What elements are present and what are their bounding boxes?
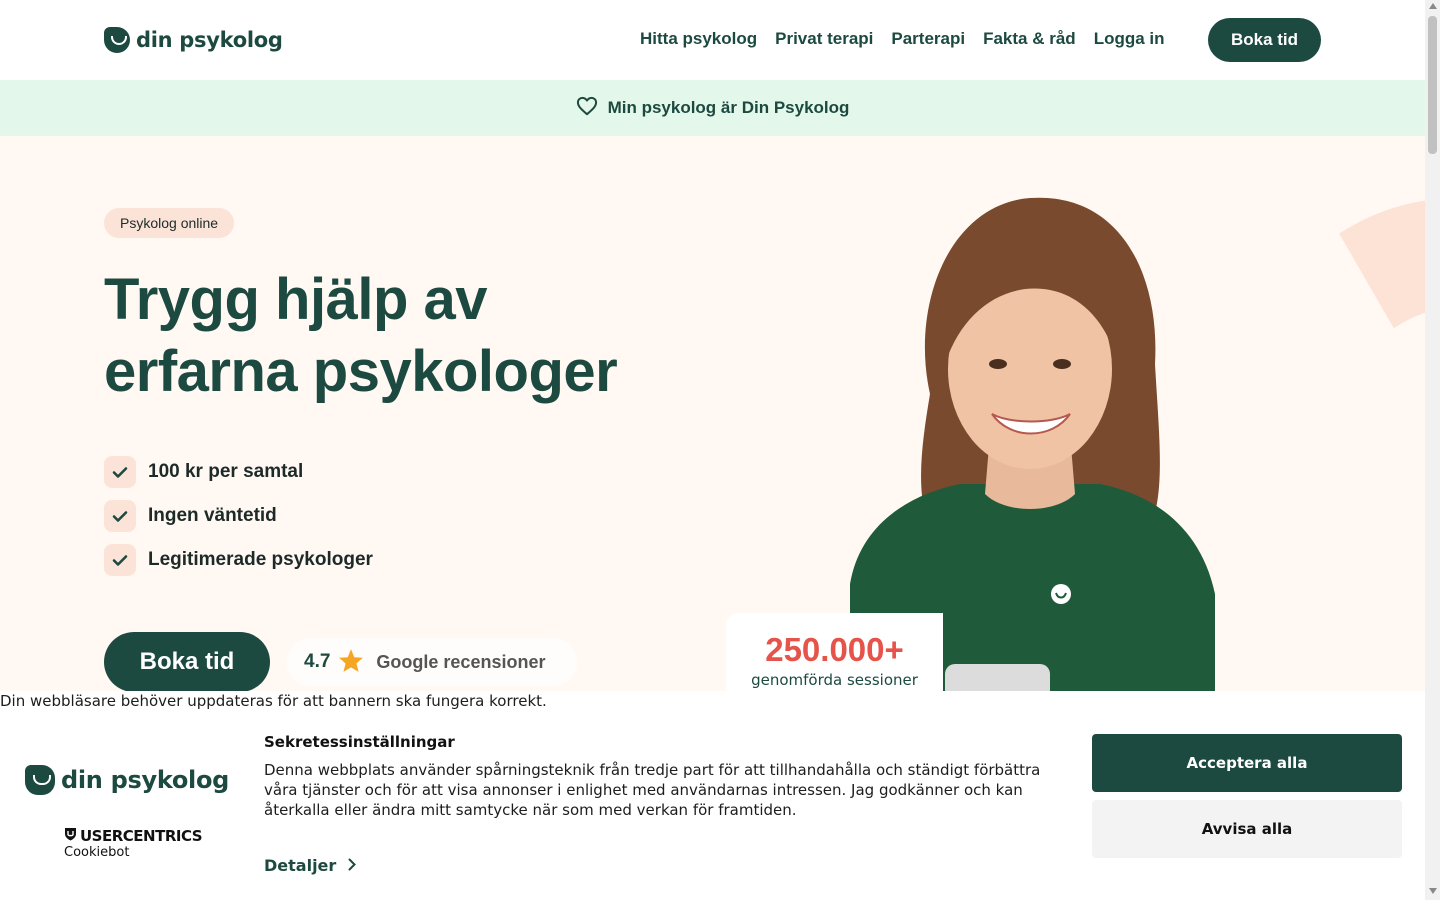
feature-list: 100 kr per samtal Ingen väntetid Legitim…	[104, 456, 373, 588]
cookie-details-link[interactable]: Detaljer	[264, 856, 357, 875]
check-icon	[104, 456, 136, 488]
feature-text: Ingen väntetid	[148, 505, 277, 526]
heart-icon	[576, 96, 598, 120]
feature-item: 100 kr per samtal	[104, 456, 373, 488]
banner-text: Min psykolog är Din Psykolog	[607, 98, 850, 117]
page-scrollbar[interactable]	[1425, 0, 1440, 900]
feature-text: 100 kr per samtal	[148, 461, 304, 482]
hero-badge: Psykolog online	[104, 208, 235, 238]
nav-item-logga-in[interactable]: Logga in	[1094, 29, 1165, 49]
promo-banner[interactable]: Min psykolog är Din Psykolog	[0, 80, 1425, 136]
star-icon	[338, 648, 364, 677]
cookie-body: Denna webbplats använder spårningsteknik…	[264, 761, 1041, 819]
header-book-button[interactable]: Boka tid	[1208, 18, 1321, 62]
main-nav: Hitta psykolog Privat terapi Parterapi F…	[640, 29, 1165, 49]
feature-item: Legitimerade psykologer	[104, 544, 373, 576]
rating-label: Google recensioner	[376, 651, 546, 672]
reject-all-button[interactable]: Avvisa alla	[1092, 800, 1402, 858]
scroll-thumb[interactable]	[1428, 16, 1437, 154]
details-label: Detaljer	[264, 856, 337, 875]
provider-name: USERCENTRICS	[80, 827, 203, 845]
check-icon	[104, 500, 136, 532]
accept-all-button[interactable]: Acceptera alla	[1092, 734, 1402, 792]
hero-headline: Trygg hjälp av erfarna psykologer	[104, 267, 618, 404]
nav-item-fakta-rad[interactable]: Fakta & råd	[983, 29, 1076, 49]
sessions-count: 250.000+	[765, 631, 904, 668]
feature-item: Ingen väntetid	[104, 500, 373, 532]
provider-sub: Cookiebot	[64, 845, 130, 860]
chevron-right-icon	[348, 856, 357, 875]
nav-item-privat-terapi[interactable]: Privat terapi	[775, 29, 873, 49]
scroll-down-arrow-icon[interactable]	[1429, 888, 1437, 894]
logo-icon	[104, 27, 130, 53]
cookie-consent-banner: din psykolog USERCENTRICS Cookiebot Sekr…	[0, 711, 1425, 900]
check-icon	[104, 544, 136, 576]
scroll-up-arrow-icon[interactable]	[1429, 3, 1437, 9]
logo[interactable]: din psykolog	[104, 27, 283, 53]
hero-book-button[interactable]: Boka tid	[104, 632, 270, 692]
logo-text: din psykolog	[136, 28, 283, 52]
feature-text: Legitimerade psykologer	[148, 549, 373, 570]
logo-icon	[25, 765, 55, 795]
cookie-logo: din psykolog	[25, 765, 229, 795]
usercentrics-logo: USERCENTRICS Cookiebot	[64, 827, 203, 860]
site-header: din psykolog Hitta psykolog Privat terap…	[0, 0, 1425, 80]
sessions-stat-card: 250.000+ genomförda sessioner	[726, 613, 943, 692]
cookie-title: Sekretessinställningar	[264, 733, 455, 751]
hero-section: Psykolog online Trygg hjälp av erfarna p…	[0, 136, 1425, 692]
rating-score: 4.7	[304, 651, 331, 672]
google-rating[interactable]: 4.7 Google recensioner	[287, 638, 577, 686]
browser-update-warning: Din webbläsare behöver uppdateras för at…	[0, 691, 1425, 711]
shield-icon	[64, 827, 77, 845]
nav-item-parterapi[interactable]: Parterapi	[891, 29, 965, 49]
nav-item-hitta-psykolog[interactable]: Hitta psykolog	[640, 29, 757, 49]
sessions-label: genomförda sessioner	[751, 671, 918, 689]
cookie-logo-text: din psykolog	[61, 766, 230, 794]
